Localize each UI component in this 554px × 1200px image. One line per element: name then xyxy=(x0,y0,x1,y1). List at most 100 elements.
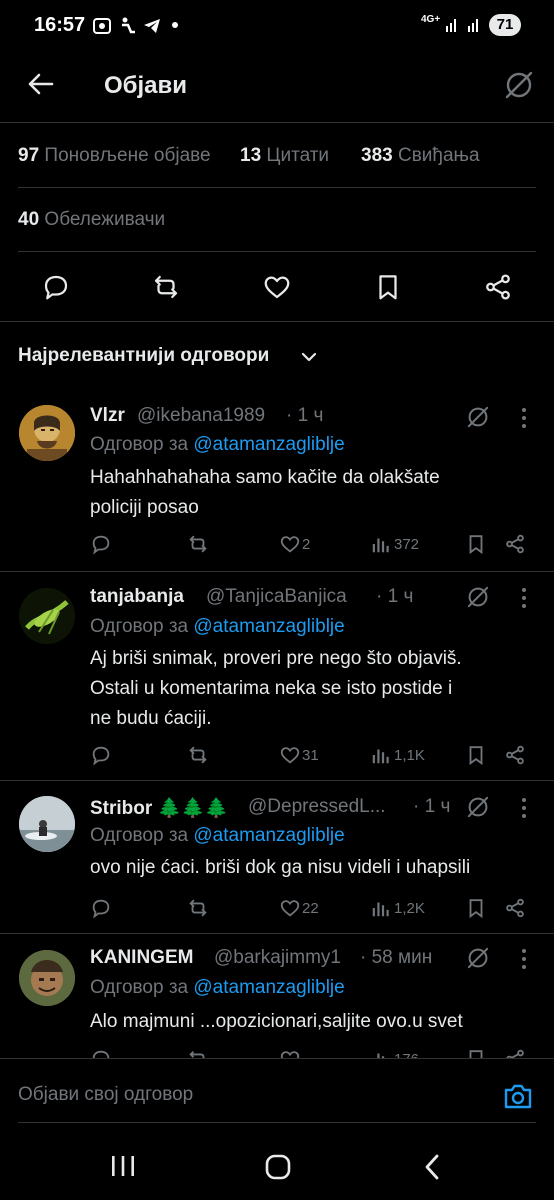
recent-apps-icon[interactable] xyxy=(109,1154,137,1178)
reply-share-icon[interactable] xyxy=(504,744,526,766)
bookmarks-stat[interactable]: 40 Обележивачи xyxy=(18,209,165,231)
reply-bookmark-icon[interactable] xyxy=(465,744,487,766)
reply-like-icon[interactable] xyxy=(279,533,301,555)
reply-views-count: 1,2K xyxy=(394,900,425,917)
reply-author-name[interactable]: tanjabanja xyxy=(90,586,184,608)
views-icon xyxy=(370,1048,392,1058)
reply-author-handle[interactable]: @barkajimmy1 xyxy=(214,947,341,969)
reply-repost-icon[interactable] xyxy=(187,897,209,919)
reply-item[interactable]: KANINGEM @barkajimmy1 · 58 мин Одговор з… xyxy=(0,934,554,1058)
reply-prefix: Одговор за xyxy=(90,977,189,998)
home-icon[interactable] xyxy=(264,1153,292,1181)
grok-icon[interactable] xyxy=(502,68,536,102)
reply-share-icon[interactable] xyxy=(504,1048,526,1058)
back-arrow-icon[interactable] xyxy=(26,70,54,98)
signal-icon xyxy=(444,16,486,34)
reply-input[interactable]: Објави свој одговор xyxy=(18,1084,193,1106)
reposts-label: Поновљене објаве xyxy=(44,145,211,166)
reply-context: Одговор за @atamanzagliblje xyxy=(90,616,345,638)
bookmarks-count: 40 xyxy=(18,209,40,230)
reply-prefix: Одговор за xyxy=(90,616,189,637)
reply-repost-icon[interactable] xyxy=(187,533,209,555)
likes-count: 383 xyxy=(361,145,393,166)
reply-to-mention[interactable]: @atamanzagliblje xyxy=(193,977,344,998)
reply-views-count: 372 xyxy=(394,536,420,553)
reply-share-icon[interactable] xyxy=(504,533,526,555)
likes-stat[interactable]: 383 Свиђања xyxy=(361,145,480,167)
reply-like-icon[interactable] xyxy=(279,1048,301,1058)
telegram-icon xyxy=(142,16,162,36)
back-icon[interactable] xyxy=(421,1153,445,1181)
like-icon[interactable] xyxy=(262,272,292,302)
reply-text: Alo majmuni ...opozicionari,saljite ovo.… xyxy=(90,1007,540,1037)
divider xyxy=(18,1122,536,1123)
reply-share-icon[interactable] xyxy=(504,897,526,919)
reply-author-handle[interactable]: @ikebana1989 xyxy=(137,405,265,427)
reply-bookmark-icon[interactable] xyxy=(465,1048,487,1058)
reply-views-count: 1,1K xyxy=(394,747,425,764)
likes-label: Свиђања xyxy=(397,145,480,166)
reply-repost-icon[interactable] xyxy=(187,744,209,766)
reply-item[interactable]: tanjabanja @TanjicaBanjica · 1 ч Одговор… xyxy=(0,572,554,780)
reply-like-icon[interactable] xyxy=(279,897,301,919)
reply-comment-icon[interactable] xyxy=(90,897,112,919)
avatar[interactable] xyxy=(19,405,75,461)
sort-dropdown[interactable]: Најрелевантнији одговори xyxy=(18,345,269,367)
reply-text-line: ovo nije ćaci. briši dok ga nisu videli … xyxy=(90,857,471,878)
reply-text: ovo nije ćaci. briši dok ga nisu videli … xyxy=(90,853,540,883)
share-icon[interactable] xyxy=(483,272,513,302)
network-type: 4G+ xyxy=(421,14,441,25)
grok-icon[interactable] xyxy=(465,945,491,971)
reply-like-count: 22 xyxy=(302,900,319,917)
reply-author-handle[interactable]: @DepressedL... xyxy=(248,796,386,818)
reply-like-icon[interactable] xyxy=(279,744,301,766)
views-icon xyxy=(370,744,392,766)
reply-item[interactable]: Stribor 🌲🌲🌲 @DepressedL... · 1 ч Одговор… xyxy=(0,781,554,933)
reply-text-line: Aj briši snimak, proveri pre nego što ob… xyxy=(90,648,462,669)
reply-author-name[interactable]: Stribor 🌲🌲🌲 xyxy=(90,796,229,820)
divider xyxy=(18,187,536,188)
reply-views-count: 176 xyxy=(394,1051,419,1058)
reply-text-line: Alo majmuni ...opozicionari,saljite ovo.… xyxy=(90,1011,463,1032)
repost-icon[interactable] xyxy=(151,272,181,302)
reply-to-mention[interactable]: @atamanzagliblje xyxy=(193,616,344,637)
avatar[interactable] xyxy=(19,796,75,852)
reply-comment-icon[interactable] xyxy=(90,1048,112,1058)
reply-author-handle[interactable]: @TanjicaBanjica xyxy=(206,586,347,608)
reply-comment-icon[interactable] xyxy=(90,744,112,766)
reply-author-name[interactable]: Vlzr xyxy=(90,405,125,427)
reply-bookmark-icon[interactable] xyxy=(465,533,487,555)
reply-context: Одговор за @atamanzagliblje xyxy=(90,977,345,999)
reply-time: · 1 ч xyxy=(286,405,324,426)
reply-prefix: Одговор за xyxy=(90,434,189,455)
camera-icon[interactable] xyxy=(503,1082,533,1110)
views-icon xyxy=(370,533,392,555)
grok-icon[interactable] xyxy=(465,584,491,610)
quotes-stat[interactable]: 13 Цитати xyxy=(240,145,329,167)
notification-dot-icon xyxy=(172,22,178,28)
avatar[interactable] xyxy=(19,950,75,1006)
more-options-icon[interactable] xyxy=(519,797,529,819)
status-time: 16:57 xyxy=(34,14,86,36)
views-icon xyxy=(370,897,392,919)
chevron-down-icon[interactable] xyxy=(299,347,319,367)
reply-time: · 1 ч xyxy=(413,796,451,817)
reply-repost-icon[interactable] xyxy=(187,1048,209,1058)
more-options-icon[interactable] xyxy=(519,948,529,970)
more-options-icon[interactable] xyxy=(519,587,529,609)
bookmark-icon[interactable] xyxy=(373,272,403,302)
reply-to-mention[interactable]: @atamanzagliblje xyxy=(193,434,344,455)
more-options-icon[interactable] xyxy=(519,407,529,429)
grok-icon[interactable] xyxy=(465,404,491,430)
reply-to-mention[interactable]: @atamanzagliblje xyxy=(193,825,344,846)
reply-icon[interactable] xyxy=(41,272,71,302)
screen-record-icon xyxy=(92,16,112,36)
grok-icon[interactable] xyxy=(465,794,491,820)
reply-context: Одговор за @atamanzagliblje xyxy=(90,434,345,456)
reply-item[interactable]: Vlzr @ikebana1989 · 1 ч Одговор за @atam… xyxy=(0,390,554,570)
reply-author-name[interactable]: KANINGEM xyxy=(90,947,193,969)
reply-bookmark-icon[interactable] xyxy=(465,897,487,919)
avatar[interactable] xyxy=(19,588,75,644)
reposts-stat[interactable]: 97 Поновљене објаве xyxy=(18,145,211,167)
reply-comment-icon[interactable] xyxy=(90,533,112,555)
